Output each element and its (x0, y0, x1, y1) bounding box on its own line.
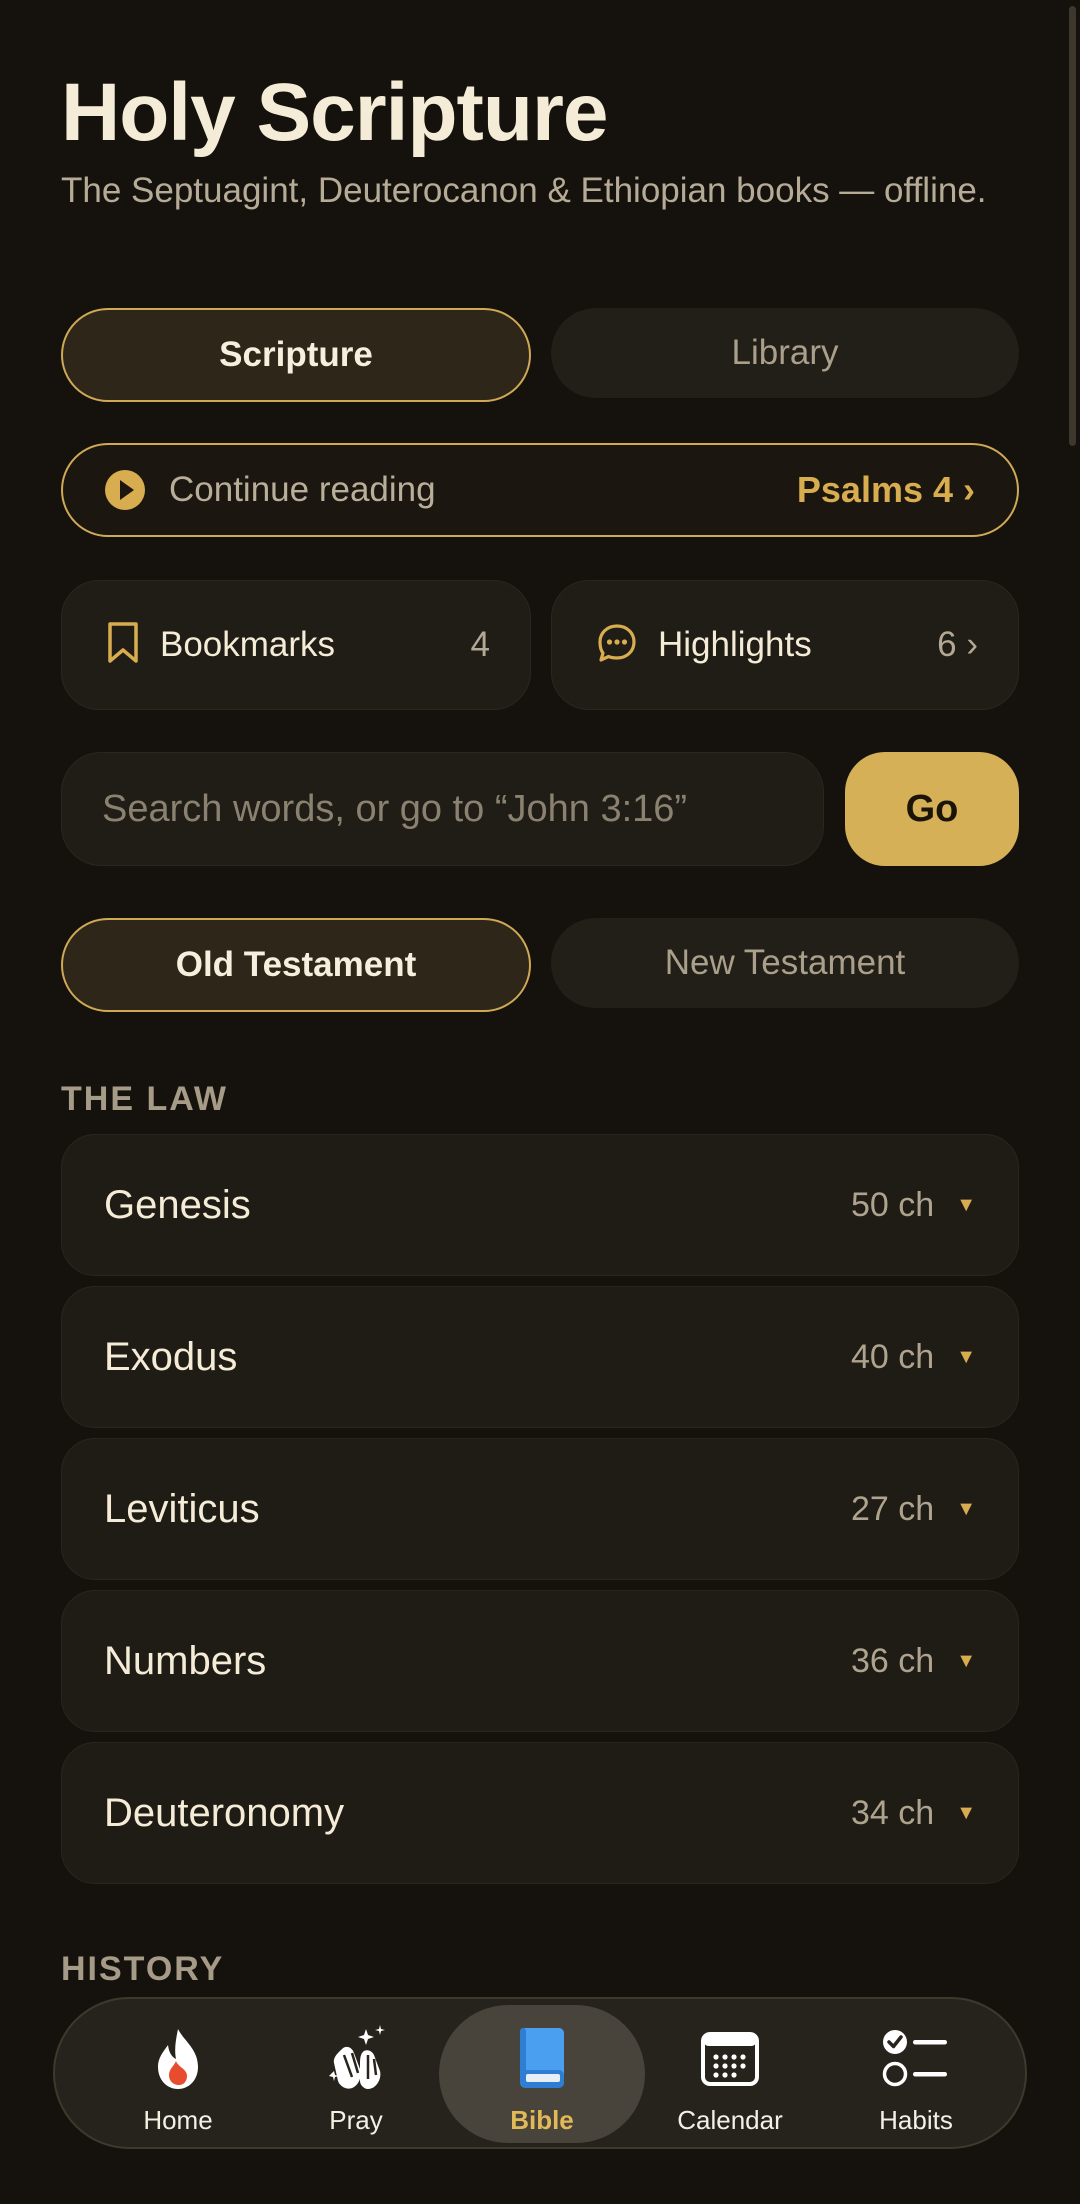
go-button[interactable]: Go (845, 752, 1019, 866)
bookmark-icon (106, 621, 140, 670)
chapter-count: 50 ch (851, 1185, 935, 1224)
bible-screen: Holy Scripture The Septuagint, Deuteroca… (0, 0, 1080, 2204)
bookmarks-label: Bookmarks (160, 625, 336, 664)
book-row-numbers[interactable]: Numbers 36 ch ▼ (61, 1590, 1019, 1732)
play-circle-icon (105, 470, 145, 510)
nav-home[interactable]: Home (85, 2005, 271, 2143)
tab-scripture[interactable]: Scripture (61, 308, 531, 402)
calendar-icon (694, 2023, 766, 2095)
chapter-count: 40 ch (851, 1337, 935, 1376)
search-input[interactable]: Search words, or go to “John 3:16” (61, 752, 824, 866)
nav-label: Calendar (677, 2105, 783, 2135)
nav-bible[interactable]: Bible (439, 2005, 645, 2143)
nav-habits[interactable]: Habits (823, 2005, 1009, 2143)
highlights-count: 6 › (937, 625, 978, 664)
book-row-leviticus[interactable]: Leviticus 27 ch ▼ (61, 1438, 1019, 1580)
book-row-deuteronomy[interactable]: Deuteronomy 34 ch ▼ (61, 1742, 1019, 1884)
bottom-nav: Home Pray Bible Calendar Habits (53, 1997, 1027, 2149)
continue-reading-target: Psalms 4 › (796, 469, 975, 510)
praying-hands-icon (320, 2023, 392, 2095)
nav-label: Pray (329, 2105, 383, 2135)
nav-label: Home (143, 2105, 213, 2135)
tab-old-testament[interactable]: Old Testament (61, 918, 531, 1012)
highlights-label: Highlights (658, 625, 812, 664)
chapter-count: 36 ch (851, 1641, 935, 1680)
bookmarks-card[interactable]: Bookmarks 4 (61, 580, 531, 710)
caret-down-icon: ▼ (956, 1345, 976, 1368)
book-name: Numbers (104, 1638, 267, 1683)
caret-down-icon: ▼ (956, 1801, 976, 1824)
continue-reading-button[interactable]: Continue reading Psalms 4 › (61, 443, 1019, 537)
nav-pray[interactable]: Pray (263, 2005, 449, 2143)
book-row-exodus[interactable]: Exodus 40 ch ▼ (61, 1286, 1019, 1428)
caret-down-icon: ▼ (956, 1193, 976, 1216)
highlights-card[interactable]: Highlights 6 › (551, 580, 1019, 710)
book-name: Deuteronomy (104, 1790, 345, 1835)
bookmarks-count: 4 (470, 625, 490, 664)
nav-label: Bible (510, 2105, 574, 2135)
book-name: Exodus (104, 1334, 238, 1379)
section-title-the-law: THE LAW (61, 1080, 228, 1118)
caret-down-icon: ▼ (956, 1649, 976, 1672)
chapter-count: 34 ch (851, 1793, 935, 1832)
continue-reading-label: Continue reading (169, 470, 436, 509)
checklist-icon (880, 2023, 952, 2095)
flame-icon (142, 2023, 214, 2095)
chat-bubble-icon (596, 622, 638, 669)
nav-label: Habits (879, 2105, 953, 2135)
page-title: Holy Scripture (61, 67, 608, 158)
book-row-genesis[interactable]: Genesis 50 ch ▼ (61, 1134, 1019, 1276)
chapter-count: 27 ch (851, 1489, 935, 1528)
page-subtitle: The Septuagint, Deuterocanon & Ethiopian… (61, 171, 987, 210)
caret-down-icon: ▼ (956, 1497, 976, 1520)
book-name: Genesis (104, 1182, 251, 1227)
book-icon (506, 2023, 578, 2095)
book-name: Leviticus (104, 1486, 260, 1531)
nav-calendar[interactable]: Calendar (637, 2005, 823, 2143)
tab-library[interactable]: Library (551, 308, 1019, 398)
tab-new-testament[interactable]: New Testament (551, 918, 1019, 1008)
scrollbar[interactable] (1069, 6, 1076, 446)
section-title-history: HISTORY (61, 1950, 225, 1988)
